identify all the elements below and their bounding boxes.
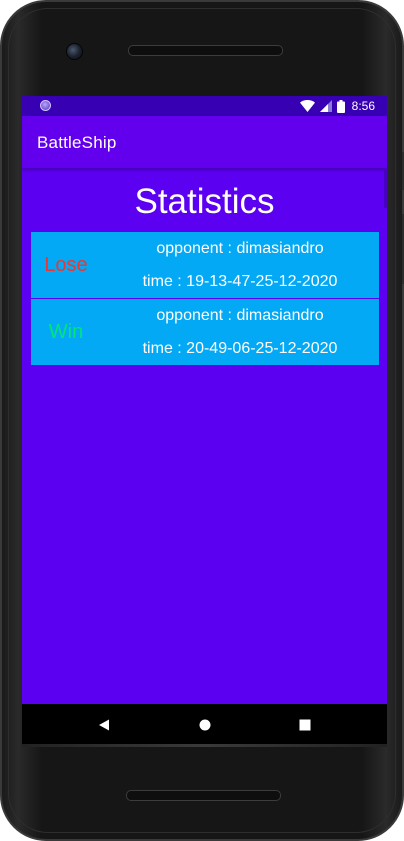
status-time: 8:56 bbox=[351, 99, 375, 113]
recents-button[interactable] bbox=[296, 716, 314, 734]
match-result: Win bbox=[48, 320, 84, 343]
list-item[interactable]: Win opponent : dimasiandro time : 20-49-… bbox=[31, 299, 379, 365]
status-icons: 8:56 bbox=[299, 99, 375, 113]
battery-icon bbox=[336, 99, 345, 113]
bottom-speaker bbox=[126, 790, 281, 801]
wifi-icon bbox=[299, 100, 315, 112]
match-result: Lose bbox=[44, 253, 88, 276]
match-info: opponent : dimasiandro time : 20-49-06-2… bbox=[101, 299, 379, 365]
home-icon bbox=[199, 719, 211, 731]
signal-icon bbox=[319, 100, 332, 112]
app-bar: BattleShip bbox=[22, 116, 387, 168]
match-info: opponent : dimasiandro time : 19-13-47-2… bbox=[101, 232, 379, 298]
match-time: time : 20-49-06-25-12-2020 bbox=[142, 340, 338, 357]
earpiece-speaker bbox=[128, 45, 283, 56]
app-title: BattleShip bbox=[37, 133, 117, 152]
app-notification-dot-icon bbox=[40, 100, 51, 111]
match-list: Lose opponent : dimasiandro time : 19-13… bbox=[31, 232, 379, 366]
match-time: time : 19-13-47-25-12-2020 bbox=[142, 273, 338, 290]
list-item[interactable]: Lose opponent : dimasiandro time : 19-13… bbox=[31, 232, 379, 298]
back-button[interactable] bbox=[95, 716, 113, 734]
phone-frame: 8:56 BattleShip Statistics Lose opponent… bbox=[0, 0, 404, 841]
navigation-bar bbox=[22, 704, 387, 746]
back-icon bbox=[99, 719, 109, 731]
match-opponent: opponent : dimasiandro bbox=[156, 307, 324, 324]
screen-bottom-edge bbox=[22, 744, 387, 747]
home-button[interactable] bbox=[196, 716, 214, 734]
front-camera bbox=[66, 43, 83, 60]
status-bar: 8:56 bbox=[22, 96, 387, 116]
match-opponent: opponent : dimasiandro bbox=[156, 240, 324, 257]
app-screen: 8:56 BattleShip Statistics Lose opponent… bbox=[22, 96, 387, 746]
page-title: Statistics bbox=[134, 182, 275, 221]
recents-icon bbox=[299, 719, 311, 731]
